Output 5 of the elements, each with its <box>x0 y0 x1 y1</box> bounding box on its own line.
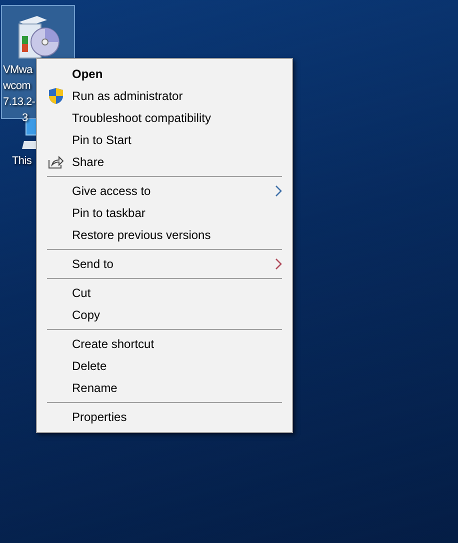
icon-label: wcom <box>2 79 32 94</box>
icon-label: 7.13.2- <box>2 95 36 110</box>
icon-label: 3 <box>21 111 28 126</box>
icon-label: This <box>11 154 33 169</box>
icon-label: VMwa <box>2 63 34 78</box>
